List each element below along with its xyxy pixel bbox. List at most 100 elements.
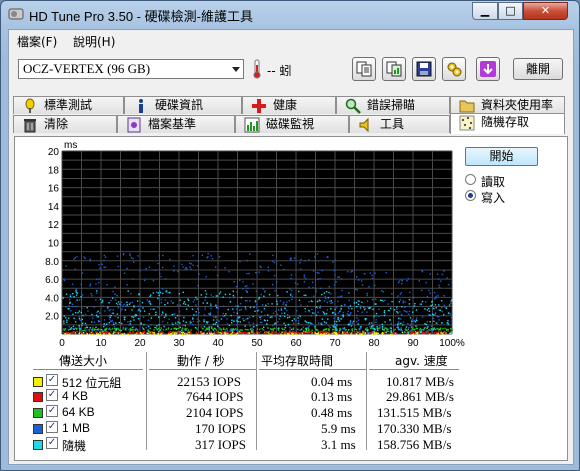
copy-image-button[interactable] [382,57,406,81]
title-bar[interactable]: HD Tune Pro 3.50 - 硬碟檢測-維護工具 ▁ □ ✕ [1,1,579,28]
tab-file-benchmark[interactable]: 檔案基準 [117,115,235,133]
data-point [345,332,348,334]
data-point [376,332,378,334]
data-point [266,323,268,325]
data-point [75,328,78,330]
data-point [244,306,246,308]
data-point [324,328,326,330]
tab-health[interactable]: 健康 [242,96,336,114]
data-point [272,328,274,330]
series-checkbox[interactable]: ✓ [46,374,58,386]
data-point [85,331,88,333]
menu-help[interactable]: 說明(H) [73,33,115,50]
minimize-button[interactable]: ▁ [472,2,498,20]
data-point [405,326,408,328]
y-axis-label: ms [64,140,77,151]
data-point [425,330,427,333]
data-point [308,311,311,313]
data-point [451,320,454,323]
data-point [111,320,113,322]
data-point [375,321,377,323]
data-point [437,295,439,297]
data-point [142,328,144,330]
close-button[interactable]: ✕ [523,2,568,20]
data-point [238,330,241,332]
data-point [118,331,120,334]
data-point [65,306,67,308]
maximize-button[interactable]: □ [498,2,523,20]
data-point [256,310,259,312]
read-radio[interactable]: 讀取 [465,173,555,189]
data-point [241,331,243,334]
data-point [92,326,94,329]
series-checkbox[interactable]: ✓ [46,421,58,433]
start-button[interactable]: 開始 [465,147,538,166]
write-radio[interactable]: 寫入 [465,189,555,205]
tab-drive-info[interactable]: 硬碟資訊 [124,96,242,114]
data-point [244,325,246,327]
tab-disk-monitor[interactable]: 磁碟監視 [235,115,349,133]
data-point [110,314,112,317]
data-point [183,316,185,319]
x-tick-label: 20 [134,338,146,349]
save-button[interactable] [412,57,436,81]
data-point [165,315,167,317]
data-point [304,260,306,262]
data-point [62,329,65,331]
copy-text-button[interactable] [352,57,376,81]
data-point [416,332,419,335]
data-point [123,272,126,274]
tab-random-access[interactable]: 隨機存取 [450,113,565,134]
data-point [298,290,300,293]
drive-select[interactable]: OCZ-VERTEX (96 GB) [18,59,244,79]
data-point [98,281,100,284]
data-point [192,320,194,323]
data-point [333,320,336,323]
data-point [63,320,65,322]
data-point [254,332,256,335]
data-point [114,299,117,301]
data-point [297,328,299,331]
exit-button[interactable]: 離開 [513,58,563,80]
series-checkbox[interactable]: ✓ [46,389,58,401]
data-point [226,327,228,330]
data-point [263,295,265,297]
data-point [126,267,128,270]
tab-erase[interactable]: 清除 [13,115,117,133]
data-point [441,300,443,302]
data-point [289,329,291,331]
series-checkbox[interactable]: ✓ [46,437,58,449]
tab-tools[interactable]: 工具 [349,115,450,133]
data-point [206,302,209,304]
series-checkbox[interactable]: ✓ [46,405,58,417]
options-button[interactable] [442,57,466,81]
tab-folder-usage[interactable]: 資料夾使用率 [450,96,565,114]
data-point [239,279,241,281]
data-point [113,331,115,333]
tab-error-scan[interactable]: 錯誤掃瞄 [336,96,450,114]
data-point [159,272,161,275]
data-point [408,303,411,305]
download-button[interactable] [476,57,500,81]
header-underline [149,369,257,370]
data-point [447,328,450,331]
row-access: 5.9 ms [321,421,356,436]
data-point [206,332,208,334]
data-point [190,263,192,265]
tab-benchmark[interactable]: 標準測試 [13,96,124,114]
data-point [66,321,68,323]
data-point [129,302,131,304]
data-point [273,327,276,329]
data-point [148,266,151,268]
menu-file[interactable]: 檔案(F) [17,33,57,50]
data-point [404,306,407,308]
data-point [401,282,403,285]
data-point [273,261,275,264]
data-point [172,330,175,333]
data-point [334,308,336,311]
data-point [396,308,398,310]
data-point [194,327,197,329]
data-point [120,329,122,332]
data-point [336,320,338,323]
data-point [398,280,400,282]
